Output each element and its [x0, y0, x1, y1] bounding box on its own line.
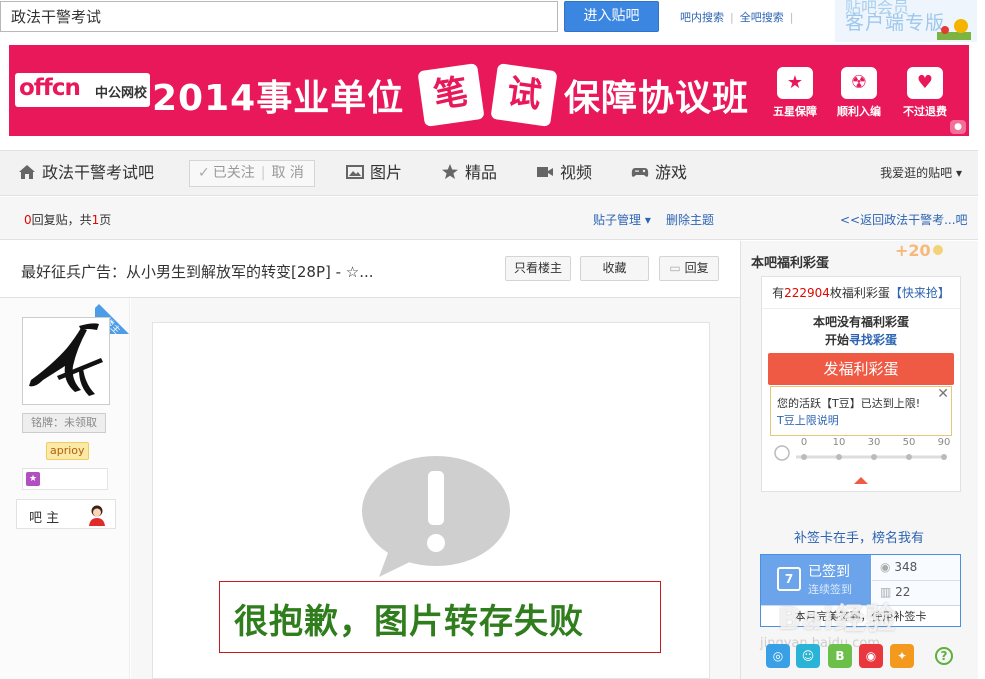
- image-icon: [346, 165, 364, 179]
- sidebar-title: 本吧福利彩蛋: [751, 256, 830, 271]
- vip-icon[interactable]: ★: [26, 472, 40, 486]
- top-search-bar: 进入贴吧 吧内搜索 | 全吧搜索 | 贴吧会员 客户端专版: [0, 0, 985, 42]
- star-icon: [442, 164, 458, 179]
- close-icon[interactable]: ✕: [937, 386, 949, 403]
- egg-grab-link[interactable]: 【快来抢】: [890, 286, 950, 300]
- enter-bar-button[interactable]: 进入贴吧: [564, 1, 659, 32]
- avatar-image: [29, 323, 103, 396]
- send-egg-button[interactable]: 发福利彩蛋: [768, 353, 954, 385]
- scale-tick-90: 90: [938, 437, 951, 448]
- offcn-logo: offcn 中公网校: [15, 73, 150, 107]
- forum-home-link[interactable]: 政法干警考试吧: [18, 151, 154, 197]
- expand-arrow-icon[interactable]: [854, 477, 868, 484]
- medal-label[interactable]: 铭牌：未领取: [22, 413, 106, 433]
- reply-count: 0回复贴，共1页: [24, 213, 112, 227]
- back-to-bar-link[interactable]: <<返回政法干警考...吧: [840, 211, 968, 228]
- upload-fail-text: 很抱歉，图片转存失败: [234, 602, 584, 642]
- egg-panel: 有222904枚福利彩蛋【快来抢】 本吧没有福利彩蛋 开始寻找彩蛋 发福利彩蛋 …: [761, 276, 961, 492]
- reply-button[interactable]: ▭ 回复: [659, 256, 719, 281]
- ad-badge-1: ★ 五星保障: [763, 67, 827, 119]
- home-icon: [19, 165, 35, 179]
- check-icon: ✓: [198, 165, 210, 181]
- search-link-separator: |: [730, 11, 734, 24]
- search-links: 吧内搜索 | 全吧搜索 |: [680, 9, 799, 25]
- video-icon: [537, 167, 553, 177]
- egg-message: 本吧没有福利彩蛋: [812, 315, 909, 329]
- radiation-icon: ☢: [841, 67, 877, 99]
- caret-down-icon: ▾: [955, 166, 962, 180]
- paw-icon: ●: [950, 120, 966, 134]
- follow-control: ✓ 已关注 | 取 消: [189, 160, 315, 187]
- ad-tile-1: 笔: [417, 63, 485, 127]
- tool-icon-3[interactable]: B: [828, 644, 852, 668]
- comment-icon: ▭: [669, 261, 681, 275]
- thread-title: 最好征兵广告：从小男生到解放军的转变[28P] - ☆...: [21, 263, 374, 281]
- scale-tick-30: 30: [868, 437, 881, 448]
- star-icon: ★: [777, 67, 813, 99]
- tooltip-text: 您的活跃【T豆】已达到上限!: [777, 397, 921, 410]
- egg-count: 有222904枚福利彩蛋【快来抢】: [762, 277, 960, 309]
- tab-games[interactable]: 游戏: [631, 151, 687, 197]
- egg-find-line: 开始寻找彩蛋: [824, 333, 898, 347]
- tdou-plus-indicator: +20: [895, 241, 943, 260]
- upload-fail-box: 很抱歉，图片转存失败: [219, 581, 661, 653]
- tab-featured[interactable]: 精品: [441, 151, 497, 197]
- ad-tile-2: 试: [490, 63, 558, 127]
- in-bar-search-link[interactable]: 吧内搜索: [680, 11, 724, 24]
- tool-icon-5[interactable]: ✦: [890, 644, 914, 668]
- heart-icon: ♥: [907, 67, 943, 99]
- ad-headline-b: 保障协议班: [564, 78, 750, 119]
- tool-icon-row: ◎ ☺ B ◉ ✦: [766, 644, 956, 668]
- tooltip-link[interactable]: T豆上限说明: [777, 414, 839, 427]
- favorite-bars-dropdown[interactable]: 我爱逛的贴吧 ▾: [880, 151, 962, 195]
- role-box: 吧 主: [16, 499, 116, 529]
- search-input[interactable]: [0, 1, 558, 32]
- tab-images[interactable]: 图片: [346, 151, 402, 197]
- forum-nav: 政法干警考试吧 ✓ 已关注 | 取 消 图片 精品 视频 游戏 我爱逛的贴吧 ▾: [0, 150, 978, 196]
- ad-badge-2: ☢ 顺利入编: [827, 67, 891, 119]
- exclamation-bubble-icon: [362, 456, 510, 577]
- client-banner-line2: 客户端专版: [845, 12, 946, 34]
- find-egg-link[interactable]: 寻找彩蛋: [849, 333, 897, 347]
- scale-tick-10: 10: [833, 437, 846, 448]
- calendar-icon: 7: [777, 567, 801, 591]
- search-link-separator: |: [789, 11, 794, 24]
- client-banner[interactable]: 贴吧会员 客户端专版: [835, 0, 977, 42]
- scale-tick-0: 0: [801, 437, 807, 448]
- delete-thread-link[interactable]: 删除主题: [666, 211, 714, 228]
- gamepad-icon: [631, 168, 649, 177]
- ad-banner[interactable]: offcn 中公网校 2014事业单位 笔 试 保障协议班 ★ 五星保障 ☢ 顺…: [9, 45, 969, 136]
- caret-down-icon: ▾: [644, 213, 651, 227]
- ad-badge-3: ♥ 不过退费: [893, 67, 957, 119]
- all-bar-search-link[interactable]: 全吧搜索: [740, 11, 784, 24]
- followed-label: 已关注: [212, 165, 255, 181]
- thread-header: 最好征兵广告：从小男生到解放军的转变[28P] - ☆... 只看楼主 收藏 ▭…: [0, 241, 740, 298]
- ad-headline-a: 2014事业单位: [152, 78, 405, 119]
- baidu-jingyan-watermark: Bai经验: [778, 602, 897, 637]
- reply-info-bar: 0回复贴，共1页 贴子管理 ▾ 删除主题 <<返回政法干警考...吧: [0, 197, 978, 240]
- unfollow-button[interactable]: 取 消: [271, 165, 303, 181]
- tool-icon-4[interactable]: ◉: [859, 644, 883, 668]
- tool-icon-1[interactable]: ◎: [766, 644, 790, 668]
- tdou-tooltip: 您的活跃【T豆】已达到上限! T豆上限说明 ✕: [770, 386, 952, 436]
- coin-icon: [932, 245, 943, 255]
- sign-days: 22: [895, 585, 911, 599]
- sign-rank: 348: [894, 560, 918, 574]
- collect-button[interactable]: 收藏: [580, 256, 649, 281]
- avatar[interactable]: [22, 317, 110, 405]
- signed-label: 已签到: [808, 564, 850, 580]
- tab-video[interactable]: 视频: [536, 151, 592, 197]
- mascot-icon: [937, 19, 971, 40]
- location-icon: ◉: [880, 560, 891, 574]
- makeup-card-text[interactable]: 补签卡在手，榜名我有: [740, 527, 978, 546]
- user-icon-strip: ★: [22, 468, 108, 490]
- post-admin-dropdown[interactable]: 贴子管理 ▾: [593, 211, 651, 228]
- admin-avatar-icon: [89, 505, 105, 526]
- tool-icon-2[interactable]: ☺: [796, 644, 820, 668]
- help-icon[interactable]: ?: [935, 647, 953, 665]
- role-label: 吧 主: [29, 511, 60, 526]
- username[interactable]: aprioy: [46, 442, 89, 460]
- scale-tick-50: 50: [903, 437, 916, 448]
- only-op-button[interactable]: 只看楼主: [505, 256, 571, 281]
